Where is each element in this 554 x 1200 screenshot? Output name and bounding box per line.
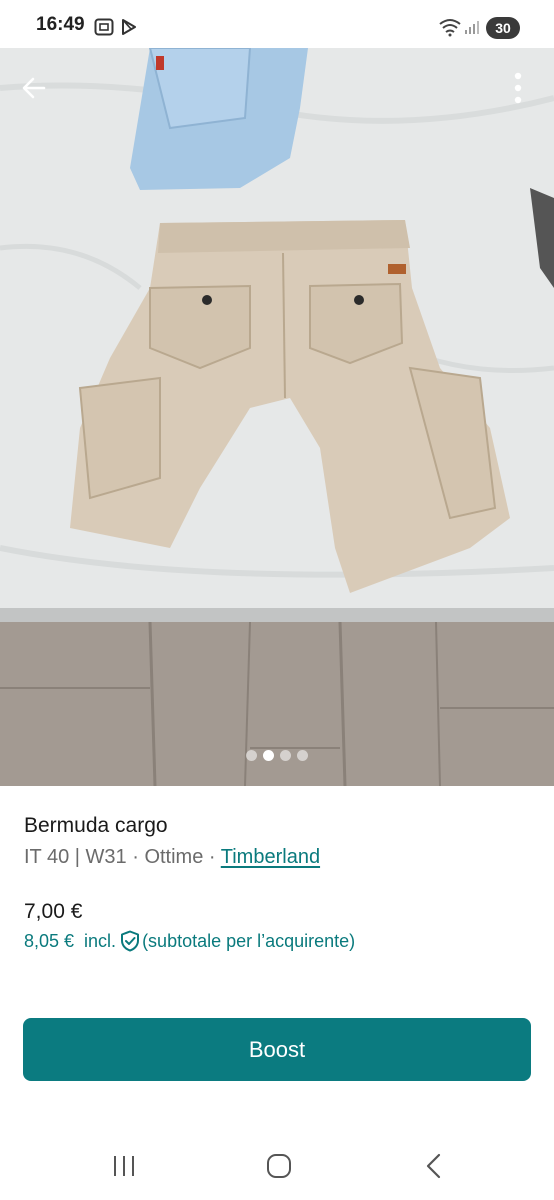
- item-price: 7,00 €: [24, 900, 83, 923]
- more-vertical-icon: [514, 72, 522, 104]
- shield-check-icon: [120, 930, 140, 952]
- battery-indicator: 30: [486, 17, 520, 39]
- arrow-left-icon: [22, 77, 46, 99]
- buyer-price-note: (subtotale per l’acquirente): [142, 930, 356, 951]
- item-meta: IT 40 | W31 · Ottime · Timberland: [24, 846, 320, 869]
- play-store-icon: [120, 18, 138, 41]
- screenshot-icon: [94, 18, 114, 41]
- gallery-dot[interactable]: [297, 750, 308, 761]
- gallery-dot[interactable]: [246, 750, 257, 761]
- wifi-icon: [438, 17, 462, 42]
- recent-apps-button[interactable]: [104, 1150, 144, 1182]
- item-size: IT 40 | W31: [24, 846, 127, 868]
- more-options-button[interactable]: [500, 68, 536, 108]
- brand-link[interactable]: Timberland: [221, 846, 320, 868]
- buyer-price-info[interactable]: 8,05 € incl. (subtotale per l’acquirente…: [24, 930, 355, 952]
- back-button[interactable]: [14, 68, 54, 108]
- status-bar: 16:49 30: [0, 0, 554, 48]
- signal-icon: [464, 19, 480, 40]
- item-photo-gallery[interactable]: [0, 48, 554, 786]
- meta-separator: ·: [126, 846, 145, 868]
- back-nav-button[interactable]: [414, 1150, 454, 1182]
- item-photo: [0, 48, 554, 786]
- boost-button[interactable]: Boost: [23, 1018, 531, 1081]
- buyer-price-incl-label: incl.: [84, 930, 117, 951]
- gallery-dot[interactable]: [280, 750, 291, 761]
- chevron-left-icon: [426, 1153, 441, 1179]
- home-button[interactable]: [259, 1150, 299, 1182]
- gallery-dot-active[interactable]: [263, 750, 274, 761]
- gallery-pagination: [0, 750, 554, 764]
- recent-apps-icon: [114, 1156, 134, 1176]
- home-icon: [267, 1154, 291, 1178]
- buyer-price-amount: 8,05 €: [24, 930, 75, 951]
- item-condition: Ottime: [144, 846, 204, 868]
- meta-separator: ·: [203, 846, 221, 868]
- system-nav-bar: [0, 1130, 554, 1200]
- status-time: 16:49: [36, 14, 85, 35]
- item-title: Bermuda cargo: [24, 814, 168, 837]
